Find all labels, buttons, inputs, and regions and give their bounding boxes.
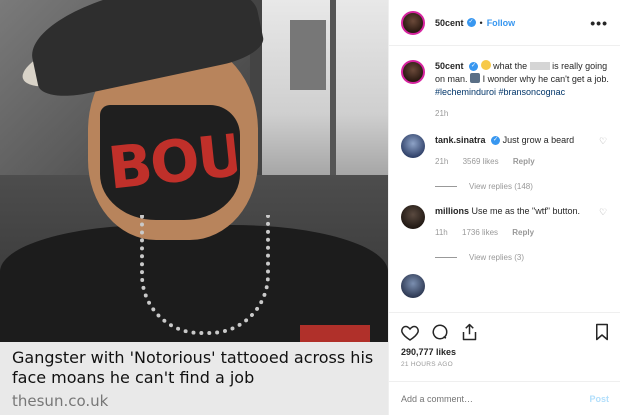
silver-chain <box>140 215 270 335</box>
follow-button[interactable]: Follow <box>487 18 516 28</box>
caption-username[interactable]: 50cent <box>435 61 464 71</box>
comment-row: millions Use me as the "wtf" button. 11h… <box>401 205 609 239</box>
caption-avatar[interactable] <box>401 60 425 84</box>
heart-icon[interactable] <box>401 324 419 343</box>
smiling-emoji-icon <box>480 60 491 70</box>
verified-badge-icon: ✓ <box>491 136 501 146</box>
likes-count[interactable]: 290,777 likes <box>389 347 620 357</box>
man-emoji-icon <box>470 73 481 83</box>
post-button[interactable]: Post <box>589 394 609 404</box>
verified-badge-icon: ✓ <box>466 18 476 27</box>
more-options-icon[interactable]: ••• <box>590 15 608 31</box>
caption-text-end: I wonder why he can't get a job. <box>482 74 609 84</box>
comment-heart-icon[interactable]: ♡ <box>599 207 609 239</box>
action-icons <box>389 313 620 347</box>
post-photo[interactable]: BOUS <box>0 0 388 342</box>
post-side-panel: 50cent ✓ • Follow ••• 50cent ✓ what the … <box>388 0 620 415</box>
share-icon[interactable] <box>461 323 478 343</box>
add-comment-bar: Post <box>389 381 620 415</box>
comment-avatar[interactable] <box>401 274 425 298</box>
view-replies-button[interactable]: View replies (148) <box>435 182 609 191</box>
shirt-logo <box>300 325 370 342</box>
face-tattoo-text: BOUS <box>104 116 242 203</box>
post-caption-row: 50cent ✓ what the is really going on man… <box>401 60 609 120</box>
view-replies-label: View replies (148) <box>469 182 533 191</box>
comment-username[interactable]: millions <box>435 206 469 216</box>
post-actions: 290,777 likes 21 HOURS AGO Post <box>389 312 620 415</box>
comment-likes[interactable]: 3569 likes <box>463 157 499 166</box>
bookmark-icon[interactable] <box>595 323 609 343</box>
comment-username[interactable]: tank.sinatra <box>435 135 486 145</box>
reply-button[interactable]: Reply <box>513 157 535 166</box>
comment-age: 11h <box>435 228 448 237</box>
header-username[interactable]: 50cent <box>435 18 464 28</box>
comment-likes[interactable]: 1736 likes <box>462 228 498 237</box>
article-headline: Gangster with 'Notorious' tattooed acros… <box>12 348 374 387</box>
verified-badge-icon: ✓ <box>469 62 479 72</box>
comment-heart-icon[interactable]: ♡ <box>599 136 609 168</box>
caption-hashtags[interactable]: #lecheminduroi #bransoncognac <box>435 87 565 97</box>
comments-list[interactable]: 50cent ✓ what the is really going on man… <box>389 46 620 312</box>
comment-text: Just grow a beard <box>502 135 575 145</box>
caption-age: 21h <box>435 109 449 118</box>
post-timestamp: 21 HOURS AGO <box>401 361 454 368</box>
comment-avatar[interactable] <box>401 134 425 158</box>
article-source: thesun.co.uk <box>12 392 109 410</box>
view-replies-label: View replies (3) <box>469 253 524 262</box>
comment-age: 21h <box>435 157 449 166</box>
article-caption: Gangster with 'Notorious' tattooed acros… <box>0 342 388 415</box>
building-background <box>290 20 326 90</box>
replies-line <box>435 186 457 187</box>
comment-text: Use me as the "wtf" button. <box>471 206 580 216</box>
window-bar <box>330 0 336 190</box>
caption-text-before: what the <box>493 61 528 71</box>
replies-line <box>435 257 457 258</box>
comment-row: tank.sinatra ✓ Just grow a beard 21h 356… <box>401 134 609 168</box>
header-separator: • <box>479 17 483 28</box>
comment-avatar[interactable] <box>401 205 425 229</box>
view-replies-button[interactable]: View replies (3) <box>435 253 609 262</box>
reply-button[interactable]: Reply <box>512 228 534 237</box>
post-header: 50cent ✓ • Follow ••• <box>389 0 620 46</box>
comment-row <box>401 274 609 298</box>
censored-word <box>529 62 550 70</box>
avatar[interactable] <box>401 10 425 35</box>
add-comment-input[interactable] <box>401 393 590 404</box>
comment-icon[interactable] <box>431 323 449 343</box>
